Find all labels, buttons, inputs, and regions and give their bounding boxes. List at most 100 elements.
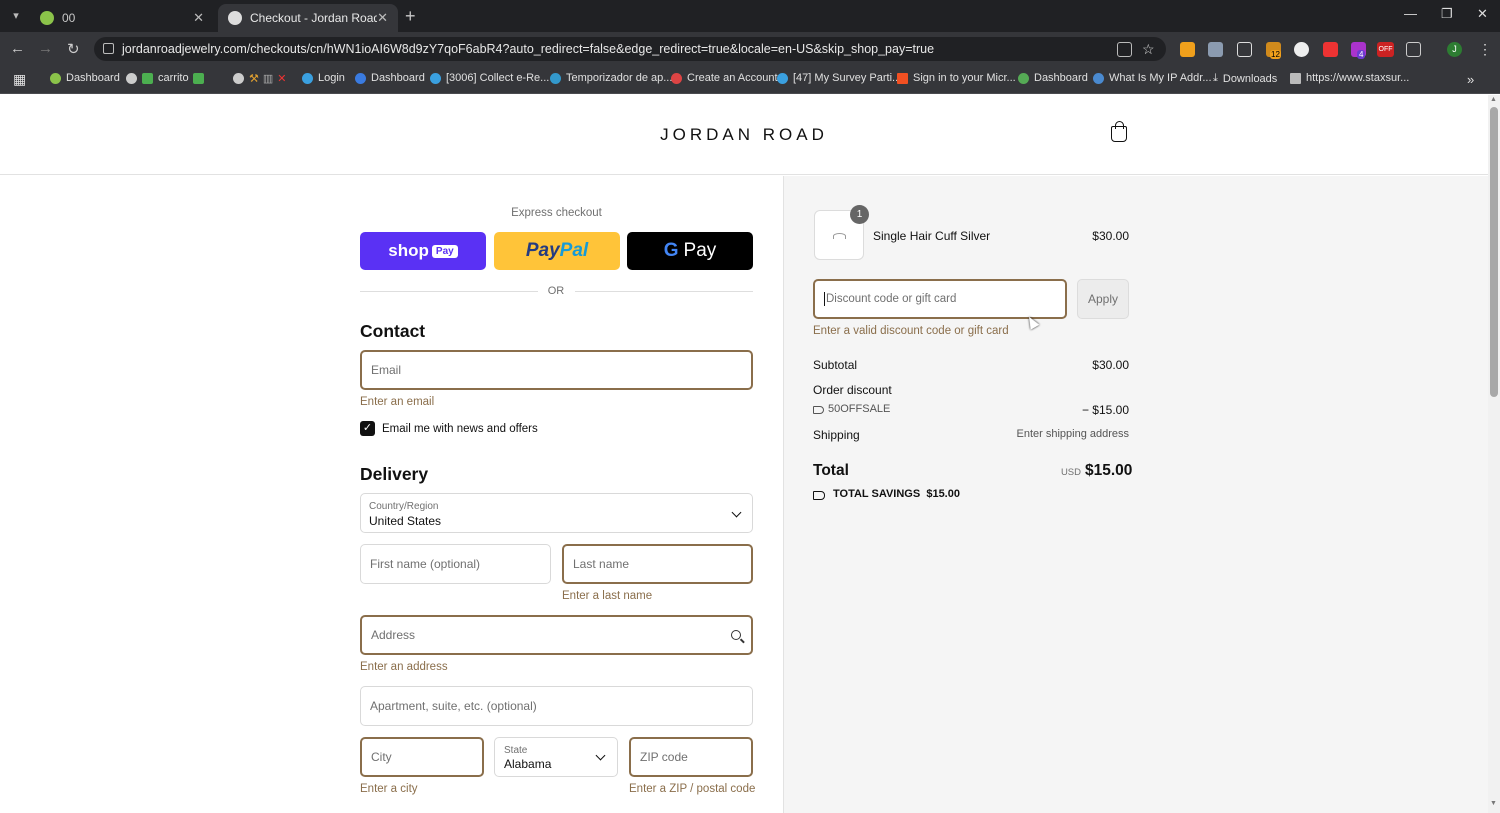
trash-icon: ▥ [262,73,274,85]
tab-title: 00 [62,11,76,25]
tools-icon: ⚒ [249,73,259,85]
savings-tag-icon [813,491,825,500]
check-box-icon [142,72,153,84]
bookmark-label: [47] My Survey Parti... [793,72,902,84]
check-icon [50,72,61,84]
globe-icon [126,72,137,84]
restore-icon[interactable]: ❐ [1441,6,1453,22]
bookmark-microsoft[interactable]: Sign in to your Micr... [897,72,1016,84]
cross-icon: ✕ [277,73,287,85]
total-savings: TOTAL SAVINGS $15.00 [833,488,960,500]
last-name-field[interactable]: Last name [562,544,753,584]
shop-pay-button[interactable]: shop Pay [360,232,486,270]
apply-button[interactable]: Apply [1077,279,1129,319]
search-icon [731,630,741,640]
star-icon [1018,72,1029,84]
product-price: $30.00 [1092,229,1129,243]
first-name-field[interactable]: First name (optional) [360,544,551,584]
checkout-page: JORDAN ROAD ▲ ▼ Express checkout shop Pay… [0,95,1500,813]
tab-00[interactable]: 00 ✕ [30,4,214,32]
bookmark-login[interactable]: Login [302,72,345,84]
badge-4: 4 [1357,50,1366,59]
paypal-button[interactable]: Pay Pal [494,232,620,270]
address-bar[interactable]: jordanroadjewelry.com/checkouts/cn/hWN1i… [94,37,1166,61]
bookmark-staxsur[interactable]: https://www.staxsur... [1290,72,1409,84]
newsletter-checkbox[interactable]: ✓ [360,421,375,436]
bookmark-dashboard-2[interactable]: Dashboard [355,72,425,84]
store-logo[interactable]: JORDAN ROAD [0,125,1488,145]
scrollbar-thumb[interactable] [1490,107,1498,397]
bookmark-label: https://www.staxsur... [1306,72,1410,84]
extension-off-icon[interactable]: OFF [1377,42,1394,57]
bookmark-survey[interactable]: [47] My Survey Parti... [777,72,901,84]
more-bookmarks-icon[interactable]: » [1467,72,1474,87]
close-tab-icon[interactable]: ✕ [377,10,388,26]
email-field[interactable]: Email [360,350,753,390]
bookmark-dashboard-3[interactable]: Dashboard [1018,72,1088,84]
bookmark-label: Dashboard [1034,72,1088,84]
shipping-value: Enter shipping address [1016,428,1129,440]
bookmark-star-icon[interactable]: ☆ [1142,42,1157,57]
bookmark-label: carrito [158,72,189,84]
extensions-puzzle-icon[interactable] [1406,42,1421,57]
new-tab-icon[interactable]: + [405,6,416,27]
subtotal-value: $30.00 [1092,358,1129,372]
scroll-up-arrow-icon[interactable]: ▲ [1490,96,1497,103]
extension-icon-6[interactable] [1323,42,1338,57]
forward-icon[interactable]: → [38,40,53,57]
zip-error: Enter a ZIP / postal code [629,783,756,795]
extension-icon-5[interactable] [1294,42,1309,57]
city-field[interactable]: City [360,737,484,777]
store-header: JORDAN ROAD [0,95,1488,175]
bookmark-temporizador[interactable]: Temporizador de ap... [550,72,672,84]
bookmark-collect[interactable]: [3006] Collect e-Re... [430,72,549,84]
jordan-road-favicon-icon [228,11,242,25]
profile-avatar[interactable]: J [1447,42,1462,57]
menu-kebab-icon[interactable]: ⋮ [1478,42,1492,57]
reload-icon[interactable]: ↻ [67,40,80,58]
hair-cuff-image [833,233,846,239]
back-icon[interactable]: ← [10,40,25,57]
bookmark-downloads[interactable]: ⤓ Downloads [1213,72,1277,85]
scroll-down-arrow-icon[interactable]: ▼ [1490,800,1497,807]
tab-search-button[interactable]: ▾ [6,7,26,25]
state-label: State [504,745,528,756]
extension-icon-2[interactable] [1208,42,1223,57]
extension-icon-3[interactable] [1237,42,1252,57]
google-g-icon: G [663,240,679,261]
download-icon: ⤓ [1213,72,1218,84]
bookmark-create-account[interactable]: Create an Account [671,72,778,84]
close-tab-icon[interactable]: ✕ [193,10,204,26]
tab-strip: ▾ 00 ✕ Checkout - Jordan Road ✕ + — ❐ ✕ [0,0,1500,32]
address-field[interactable]: Address [360,615,753,655]
globe-icon [233,73,244,84]
translate-icon[interactable] [1117,42,1132,57]
minimize-icon[interactable]: — [1404,6,1417,21]
heart-icon [671,72,682,84]
site-info-icon[interactable] [103,43,114,54]
globe-icon [1093,72,1104,84]
extension-icon-1[interactable] [1180,42,1195,57]
bookmark-ip[interactable]: What Is My IP Addr... [1093,72,1212,84]
bookmark-label: [3006] Collect e-Re... [446,72,550,84]
tab-title: Checkout - Jordan Road [250,11,378,25]
bookmark-carrito[interactable]: carrito [126,72,209,84]
apartment-field[interactable]: Apartment, suite, etc. (optional) [360,686,753,726]
microsoft-icon [897,72,908,84]
tag-icon [813,406,824,414]
window-close-icon[interactable]: ✕ [1477,6,1488,22]
paypal-text-pal: Pal [559,240,589,261]
discount-code-input[interactable]: Discount code or gift card [813,279,1067,319]
bookmark-label: Dashboard [371,72,425,84]
google-pay-button[interactable]: G Pay [627,232,753,270]
shopping-bag-icon[interactable] [1111,121,1127,142]
bookmark-tools[interactable]: ⚒ ▥ ✕ [233,72,287,85]
tab-checkout[interactable]: Checkout - Jordan Road ✕ [218,4,398,32]
zip-field[interactable]: ZIP code [629,737,753,777]
state-value: Alabama [504,757,552,771]
url-text: jordanroadjewelry.com/checkouts/cn/hWN1i… [122,42,935,56]
apps-grid-icon[interactable]: ▦ [13,71,26,88]
savings-value: $15.00 [926,488,960,500]
last-name-error: Enter a last name [562,590,653,602]
bookmark-dashboard-1[interactable]: Dashboard [50,72,120,84]
